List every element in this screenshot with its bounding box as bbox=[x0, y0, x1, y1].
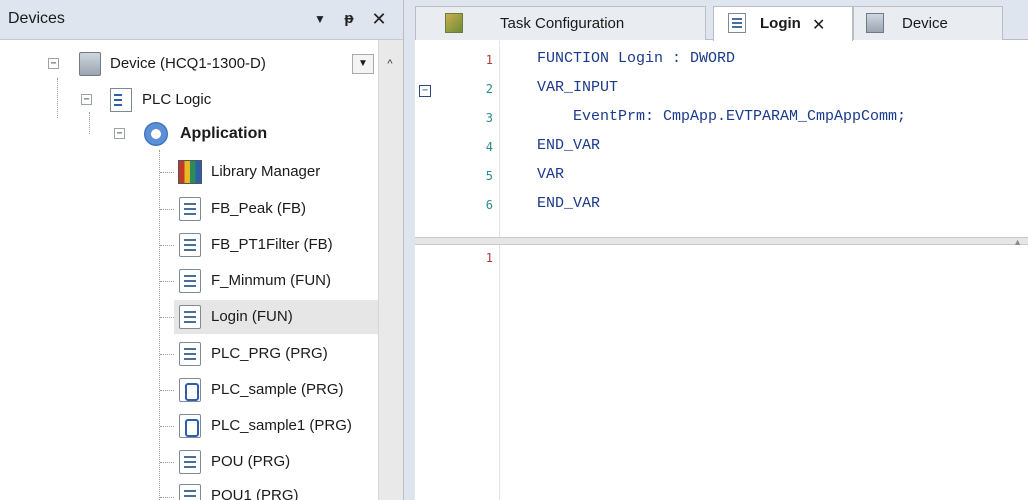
pou-icon bbox=[179, 233, 201, 257]
task-configuration-icon bbox=[445, 13, 463, 33]
tree-item-fb-peak[interactable]: FB_Peak (FB) bbox=[0, 193, 378, 225]
tree-item-application[interactable]: − Application bbox=[0, 118, 378, 150]
editor-pane: Task Configuration Login ✕ Device − 1 2 … bbox=[415, 0, 1028, 500]
vertical-scrollbar[interactable] bbox=[378, 40, 403, 500]
tree-item-label: FB_PT1Filter (FB) bbox=[211, 236, 333, 253]
tree-item-label: PLC_PRG (PRG) bbox=[211, 345, 328, 362]
tree-item-label: Application bbox=[180, 125, 268, 142]
tree-item-library-manager[interactable]: Library Manager bbox=[0, 156, 378, 188]
scroll-up-icon[interactable]: ^ bbox=[380, 54, 400, 74]
tab-label: Device bbox=[902, 15, 948, 32]
tab-label: Task Configuration bbox=[500, 15, 625, 32]
line-number: 4 bbox=[485, 140, 493, 154]
tree-item-label: F_Minmum (FUN) bbox=[211, 272, 331, 289]
collapse-toggle-icon[interactable]: − bbox=[81, 94, 92, 105]
tree-item-pou1[interactable]: POU1 (PRG) bbox=[0, 480, 378, 500]
tree-item-plc-logic[interactable]: − PLC Logic bbox=[0, 84, 378, 116]
tree-item-label: Device (HCQ1-1300-D) bbox=[110, 55, 266, 72]
pou-icon bbox=[728, 13, 746, 33]
application-gear-icon bbox=[144, 122, 168, 146]
tab-device[interactable]: Device bbox=[853, 6, 1003, 40]
tree-item-label: PLC_sample1 (PRG) bbox=[211, 417, 352, 434]
tree-item-login[interactable]: Login (FUN) bbox=[174, 300, 378, 334]
tab-login[interactable]: Login ✕ bbox=[713, 6, 853, 41]
tree-item-label: POU (PRG) bbox=[211, 453, 291, 470]
devices-panel-header: Devices ▼ ᵽ ✕ bbox=[0, 0, 403, 40]
tree-item-label: POU1 (PRG) bbox=[211, 487, 299, 500]
panel-dropdown-icon[interactable]: ▼ bbox=[309, 8, 331, 30]
code-line[interactable]: FUNCTION Login : DWORD bbox=[537, 50, 735, 67]
editor-splitter[interactable]: ▲ bbox=[415, 237, 1028, 247]
gutter-divider bbox=[499, 245, 500, 500]
pou-icon bbox=[179, 342, 201, 366]
tree-item-label: FB_Peak (FB) bbox=[211, 200, 307, 217]
tree-item-f-minmum[interactable]: F_Minmum (FUN) bbox=[0, 265, 378, 297]
line-number: 3 bbox=[485, 111, 493, 125]
devices-panel-title: Devices bbox=[8, 10, 65, 27]
line-number: 5 bbox=[485, 169, 493, 183]
plc-logic-icon bbox=[110, 88, 132, 112]
panel-splitter[interactable] bbox=[404, 0, 415, 500]
line-number: 1 bbox=[485, 53, 493, 67]
gutter-divider bbox=[499, 41, 500, 237]
pou-icon bbox=[179, 450, 201, 474]
device-combo-dropdown-button[interactable]: ▼ bbox=[352, 54, 374, 74]
tree-item-label: Library Manager bbox=[211, 163, 321, 180]
line-number: 2 bbox=[485, 82, 493, 96]
pou-icon bbox=[179, 305, 201, 329]
tab-task-configuration[interactable]: Task Configuration bbox=[415, 6, 706, 40]
implementation-editor[interactable]: 1 bbox=[415, 245, 1028, 500]
pou-icon bbox=[179, 484, 201, 500]
program-icon bbox=[179, 414, 201, 438]
program-icon bbox=[179, 378, 201, 402]
tree-item-label: Login (FUN) bbox=[211, 308, 293, 325]
tab-close-icon[interactable]: ✕ bbox=[812, 15, 825, 35]
line-number: 1 bbox=[485, 251, 493, 265]
tree-item-device[interactable]: − Device (HCQ1-1300-D) bbox=[0, 48, 350, 80]
tree-item-label: PLC_sample (PRG) bbox=[211, 381, 344, 398]
declaration-editor[interactable]: − 1 2 3 4 5 6 FUNCTION Login : DWORD VAR… bbox=[415, 41, 1028, 237]
tree-item-fb-pt1filter[interactable]: FB_PT1Filter (FB) bbox=[0, 229, 378, 261]
pou-icon bbox=[179, 197, 201, 221]
code-line[interactable]: END_VAR bbox=[537, 137, 600, 154]
collapse-toggle-icon[interactable]: − bbox=[48, 58, 59, 69]
code-line[interactable]: END_VAR bbox=[537, 195, 600, 212]
library-icon bbox=[178, 160, 202, 184]
pin-icon[interactable]: ᵽ bbox=[338, 8, 360, 30]
close-icon[interactable]: ✕ bbox=[368, 8, 390, 30]
code-line[interactable]: VAR bbox=[537, 166, 564, 183]
code-line[interactable]: EventPrm: CmpApp.EVTPARAM_CmpAppComm; bbox=[537, 108, 906, 125]
tree-item-plc-sample[interactable]: PLC_sample (PRG) bbox=[0, 374, 378, 406]
tree-item-plc-sample1[interactable]: PLC_sample1 (PRG) bbox=[0, 410, 378, 442]
tree-item-pou[interactable]: POU (PRG) bbox=[0, 446, 378, 478]
collapse-toggle-icon[interactable]: − bbox=[114, 128, 125, 139]
device-icon bbox=[866, 13, 884, 33]
device-icon bbox=[79, 52, 101, 76]
line-number: 6 bbox=[485, 198, 493, 212]
tree-item-plc-prg[interactable]: PLC_PRG (PRG) bbox=[0, 338, 378, 370]
fold-collapse-icon[interactable]: − bbox=[419, 85, 431, 97]
tab-label: Login bbox=[760, 15, 801, 32]
fold-gutter: − bbox=[415, 41, 445, 237]
tree-connector bbox=[160, 317, 174, 318]
tree-item-label: PLC Logic bbox=[142, 91, 212, 108]
code-line[interactable]: VAR_INPUT bbox=[537, 79, 618, 96]
editor-tab-bar: Task Configuration Login ✕ Device bbox=[415, 0, 1028, 41]
pou-icon bbox=[179, 269, 201, 293]
devices-panel: Devices ▼ ᵽ ✕ ▼ ^ − Device (HCQ1-1300-D)… bbox=[0, 0, 404, 500]
